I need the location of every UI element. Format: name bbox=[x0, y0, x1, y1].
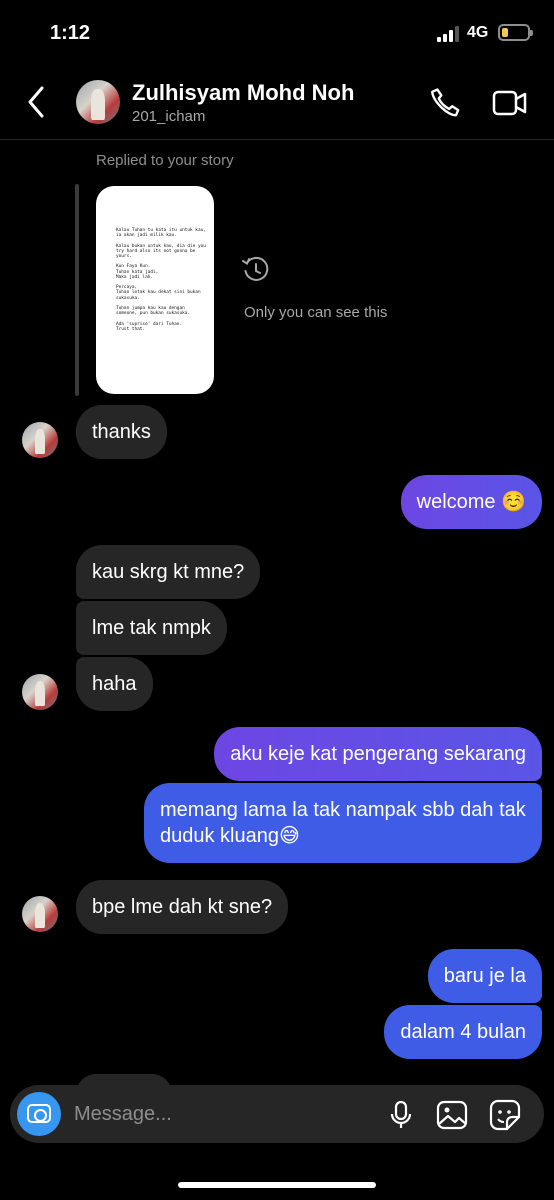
message-incoming[interactable]: thanks bbox=[76, 405, 167, 459]
message-incoming[interactable]: bpe lme dah kt sne? bbox=[76, 880, 289, 934]
history-icon bbox=[240, 254, 272, 286]
message-incoming[interactable]: lme tak nmpk bbox=[76, 601, 227, 655]
contact-handle[interactable]: 201_icham bbox=[132, 108, 205, 125]
message-incoming[interactable]: haha bbox=[76, 657, 153, 711]
contact-avatar[interactable] bbox=[76, 80, 120, 124]
visibility-note: Only you can see this bbox=[244, 304, 388, 321]
camera-icon[interactable] bbox=[17, 1092, 61, 1136]
microphone-icon[interactable] bbox=[384, 1098, 418, 1132]
network-label: 4G bbox=[467, 24, 489, 41]
chat-header: Zulhisyam Mohd Noh 201_icham bbox=[0, 60, 554, 140]
video-camera-icon[interactable] bbox=[492, 88, 528, 118]
battery-icon bbox=[498, 24, 533, 41]
story-thumbnail[interactable]: Kalau Tuhan tu kata itu untuk kau, ia ak… bbox=[96, 186, 214, 394]
gallery-icon[interactable] bbox=[435, 1098, 469, 1132]
compose-bar bbox=[10, 1085, 544, 1143]
contact-name[interactable]: Zulhisyam Mohd Noh bbox=[132, 80, 354, 106]
sender-avatar[interactable] bbox=[22, 896, 58, 932]
story-reply-label: Replied to your story bbox=[96, 152, 234, 169]
message-outgoing[interactable]: memang lama la tak nampak sbb dah tak du… bbox=[144, 783, 542, 863]
message-outgoing[interactable]: baru je la bbox=[427, 949, 542, 1003]
signal-icon bbox=[437, 26, 463, 42]
message-outgoing[interactable]: dalam 4 bulan bbox=[384, 1005, 542, 1059]
sticker-icon[interactable] bbox=[488, 1098, 522, 1132]
status-bar: 1:12 4G bbox=[0, 0, 554, 60]
reply-divider bbox=[75, 184, 79, 396]
sender-avatar[interactable] bbox=[22, 674, 58, 710]
sender-avatar[interactable] bbox=[22, 422, 58, 458]
message-input[interactable] bbox=[74, 1085, 374, 1143]
message-incoming[interactable]: kau skrg kt mne? bbox=[76, 545, 261, 599]
message-outgoing[interactable]: welcome ☺️ bbox=[400, 475, 542, 529]
phone-icon[interactable] bbox=[428, 86, 462, 120]
home-indicator bbox=[178, 1182, 376, 1188]
message-outgoing[interactable]: aku keje kat pengerang sekarang bbox=[214, 727, 542, 781]
back-chevron-icon[interactable] bbox=[22, 82, 52, 122]
status-time: 1:12 bbox=[50, 22, 91, 44]
story-text: Kalau Tuhan tu kata itu untuk kau, ia ak… bbox=[116, 228, 206, 332]
